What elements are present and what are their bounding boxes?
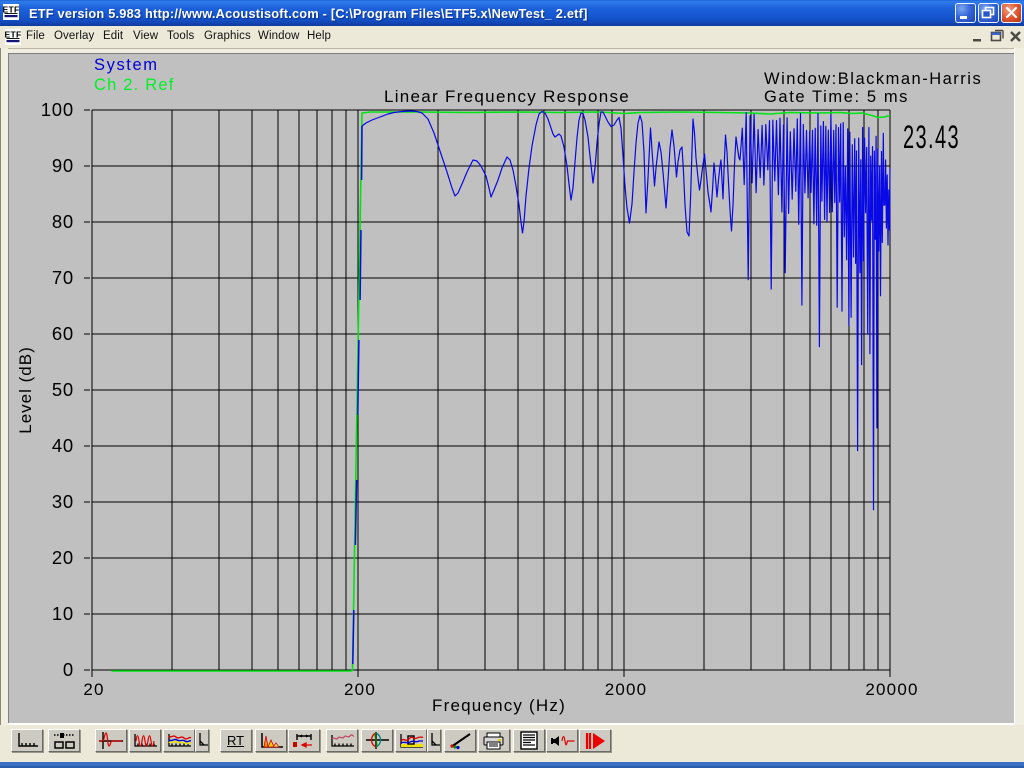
svg-text:20000: 20000: [865, 680, 918, 699]
svg-text:60: 60: [52, 323, 74, 344]
svg-text:Linear Frequency Response: Linear Frequency Response: [384, 87, 630, 106]
svg-text:System: System: [94, 56, 159, 74]
svg-text:10: 10: [52, 603, 74, 624]
svg-text:80: 80: [52, 211, 74, 232]
svg-text:100: 100: [41, 99, 74, 120]
svg-text:20: 20: [83, 680, 104, 699]
svg-text:200: 200: [344, 680, 376, 699]
svg-text:90: 90: [52, 155, 74, 176]
svg-text:20: 20: [52, 547, 74, 568]
svg-text:Level (dB): Level (dB): [16, 346, 35, 433]
svg-text:Window:Blackman-Harris: Window:Blackman-Harris: [764, 70, 982, 88]
svg-text:50: 50: [52, 379, 74, 400]
svg-text:70: 70: [52, 267, 74, 288]
svg-text:Gate Time: 5 ms: Gate Time: 5 ms: [764, 88, 909, 106]
svg-text:0: 0: [63, 659, 74, 680]
svg-text:30: 30: [52, 491, 74, 512]
svg-text:Ch 2. Ref: Ch 2. Ref: [94, 76, 175, 94]
svg-text:2000: 2000: [605, 680, 648, 699]
svg-text:Frequency (Hz): Frequency (Hz): [432, 696, 566, 715]
svg-text:23.43: 23.43: [903, 119, 960, 155]
svg-text:40: 40: [52, 435, 74, 456]
